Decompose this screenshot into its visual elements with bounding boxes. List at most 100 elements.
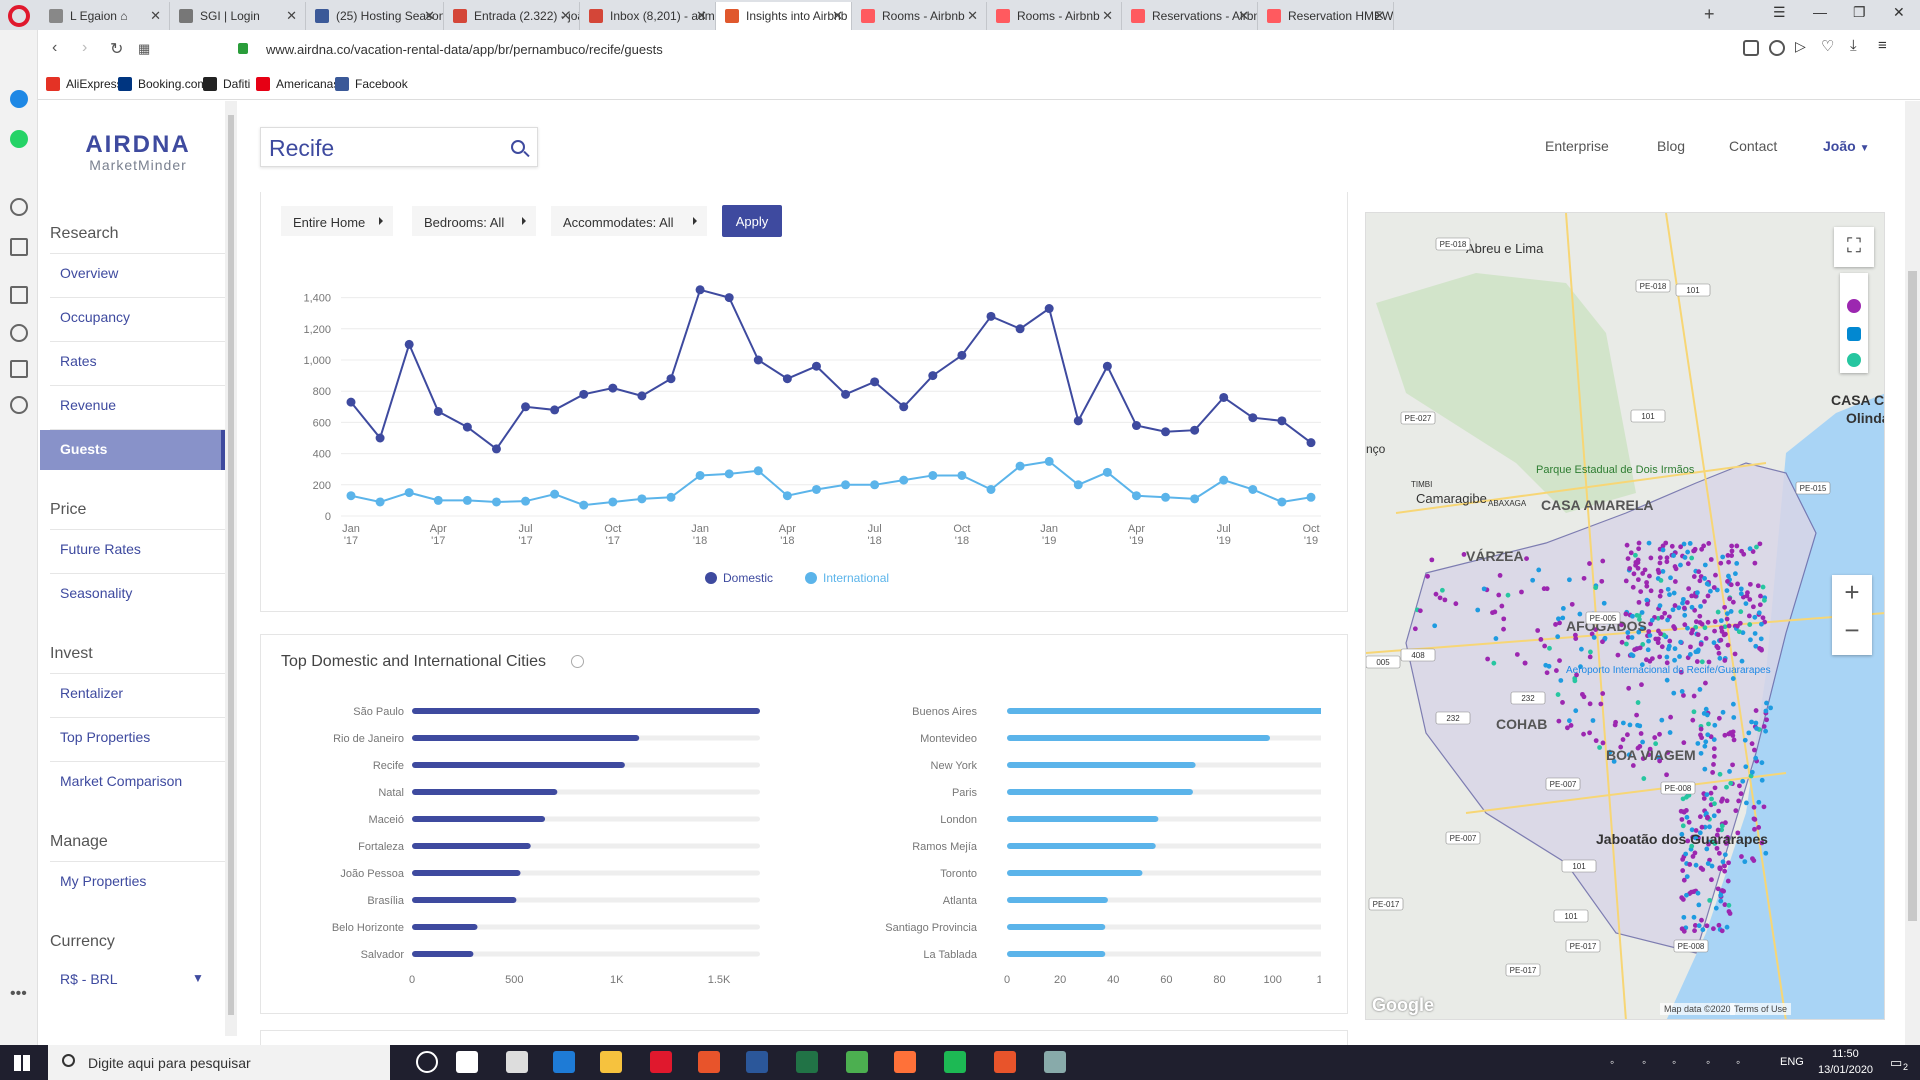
listing-marker[interactable]	[1670, 607, 1676, 613]
data-point-international[interactable]	[1219, 475, 1229, 485]
tripadvisor-layer-icon[interactable]	[1847, 353, 1861, 367]
listing-marker[interactable]	[1730, 599, 1736, 605]
listing-marker[interactable]	[1747, 546, 1753, 552]
listing-marker[interactable]	[1740, 778, 1746, 784]
taskbar-search[interactable]: Digite aqui para pesquisar	[48, 1045, 390, 1080]
listing-marker[interactable]	[1633, 552, 1638, 558]
listing-marker[interactable]	[1637, 645, 1643, 651]
listing-marker[interactable]	[1722, 732, 1728, 738]
listing-marker[interactable]	[1712, 785, 1718, 791]
browser-tab[interactable]: (25) Hosting Season ✕	[306, 2, 444, 30]
listing-marker[interactable]	[1522, 660, 1528, 666]
data-point-domestic[interactable]	[899, 402, 909, 412]
listing-marker[interactable]	[1758, 593, 1763, 599]
listing-marker[interactable]	[1412, 626, 1418, 632]
speed-dial-icon[interactable]	[10, 286, 28, 304]
listing-marker[interactable]	[1711, 754, 1717, 759]
bookmark-item[interactable]: Dafiti	[203, 77, 250, 91]
listing-marker[interactable]	[1704, 846, 1710, 852]
listing-marker[interactable]	[1685, 561, 1691, 567]
data-point-domestic[interactable]	[666, 374, 676, 384]
data-point-domestic[interactable]	[462, 422, 472, 432]
listing-marker[interactable]	[1672, 646, 1678, 652]
data-point-domestic[interactable]	[1015, 324, 1025, 334]
data-point-domestic[interactable]	[550, 405, 560, 415]
listing-marker[interactable]	[1761, 804, 1767, 810]
listing-marker[interactable]	[1743, 601, 1749, 607]
listing-marker[interactable]	[1702, 743, 1708, 749]
listing-marker[interactable]	[1724, 784, 1729, 790]
listing-marker[interactable]	[1632, 647, 1638, 653]
listing-marker[interactable]	[1726, 860, 1731, 866]
listing-marker[interactable]	[1696, 569, 1702, 575]
listing-marker[interactable]	[1684, 814, 1690, 820]
map-canvas[interactable]: Abreu e Lima CASA CA Olinda Parque Estadual…	[1366, 213, 1885, 1020]
listing-marker[interactable]	[1682, 555, 1688, 560]
data-point-international[interactable]	[433, 495, 443, 505]
data-point-domestic[interactable]	[753, 355, 763, 365]
sidebar-item-market-comparison[interactable]: Market Comparison	[40, 762, 225, 802]
windows-start-icon[interactable]	[14, 1055, 30, 1071]
data-point-domestic[interactable]	[986, 311, 996, 321]
listing-marker[interactable]	[1727, 769, 1732, 774]
listing-marker[interactable]	[1599, 578, 1605, 584]
listing-marker[interactable]	[1620, 737, 1626, 742]
bar[interactable]	[412, 951, 474, 957]
listing-marker[interactable]	[1714, 644, 1720, 649]
listing-marker[interactable]	[1728, 609, 1734, 614]
listing-marker[interactable]	[1626, 685, 1632, 691]
listing-marker[interactable]	[1628, 652, 1634, 657]
listing-marker[interactable]	[1695, 632, 1701, 638]
bar[interactable]	[412, 708, 760, 714]
listing-marker[interactable]	[1663, 540, 1669, 546]
data-point-international[interactable]	[695, 470, 705, 480]
search-icon[interactable]	[10, 198, 28, 216]
listing-marker[interactable]	[1677, 654, 1682, 659]
sidebar-item-guests[interactable]: Guests	[40, 430, 225, 470]
listing-marker[interactable]	[1684, 600, 1690, 605]
listing-marker[interactable]	[1739, 854, 1744, 859]
listing-marker[interactable]	[1749, 769, 1755, 775]
listing-marker[interactable]	[1712, 722, 1718, 728]
close-icon[interactable]: ✕	[1102, 8, 1113, 24]
foxit-reader-icon[interactable]	[994, 1051, 1016, 1073]
listing-marker[interactable]	[1657, 593, 1663, 599]
listing-marker[interactable]	[1600, 740, 1606, 746]
listing-marker[interactable]	[1718, 898, 1724, 904]
listing-marker[interactable]	[1715, 886, 1721, 892]
bar[interactable]	[1007, 843, 1156, 849]
listing-marker[interactable]	[1760, 615, 1766, 621]
listing-marker[interactable]	[1751, 816, 1757, 822]
listing-marker[interactable]	[1759, 760, 1765, 766]
bookmark-item[interactable]: Facebook	[335, 77, 408, 91]
listing-marker[interactable]	[1713, 572, 1718, 578]
bookmark-item[interactable]: Booking.com	[118, 77, 207, 91]
clock-date[interactable]: 13/01/2020	[1818, 1064, 1873, 1076]
user-menu[interactable]: João ▼	[1823, 138, 1869, 154]
listing-marker[interactable]	[1624, 732, 1630, 738]
listing-marker[interactable]	[1581, 694, 1587, 700]
listing-marker[interactable]	[1704, 792, 1710, 797]
listing-marker[interactable]	[1717, 655, 1723, 661]
listing-marker[interactable]	[1432, 623, 1438, 629]
listing-marker[interactable]	[1726, 559, 1731, 565]
listing-marker[interactable]	[1742, 737, 1748, 743]
data-point-international[interactable]	[1306, 492, 1316, 502]
listing-marker[interactable]	[1759, 621, 1764, 627]
listing-marker[interactable]	[1664, 654, 1670, 660]
listing-marker[interactable]	[1678, 562, 1683, 568]
listing-marker[interactable]	[1648, 588, 1654, 594]
listing-marker[interactable]	[1569, 601, 1575, 607]
listing-marker[interactable]	[1734, 561, 1740, 566]
data-point-domestic[interactable]	[782, 374, 792, 384]
listing-marker[interactable]	[1710, 926, 1716, 932]
listing-marker[interactable]	[1706, 721, 1711, 727]
listing-marker[interactable]	[1491, 660, 1497, 666]
data-point-domestic[interactable]	[1073, 416, 1083, 426]
listing-marker[interactable]	[1577, 611, 1583, 617]
listing-marker[interactable]	[1624, 542, 1630, 548]
data-point-international[interactable]	[782, 491, 792, 501]
listing-marker[interactable]	[1657, 731, 1662, 737]
data-point-domestic[interactable]	[928, 371, 938, 381]
listing-marker[interactable]	[1646, 638, 1651, 644]
